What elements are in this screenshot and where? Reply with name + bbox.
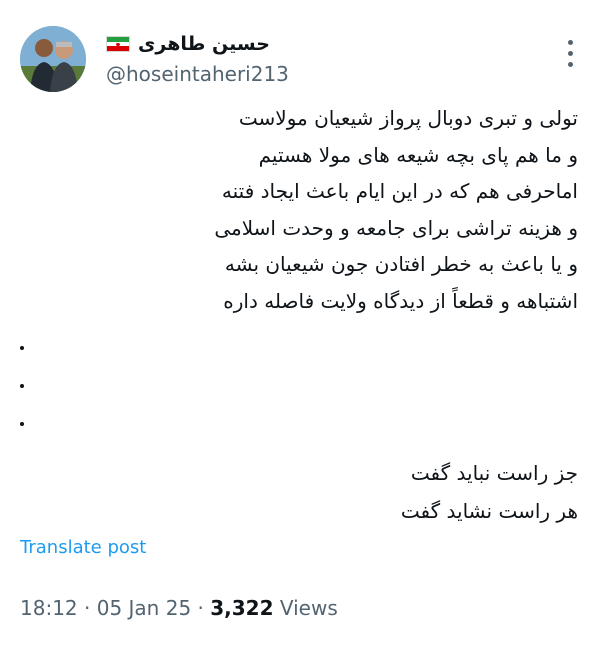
- user-handle[interactable]: @hoseintaheri213: [106, 62, 289, 86]
- iran-flag-icon: [106, 36, 130, 52]
- tweet-closing: جز راست نباید گفت هر راست نشاید گفت: [18, 454, 578, 530]
- tweet-line: و ما هم پای بچه شیعه های مولا هستیم: [258, 142, 578, 167]
- dot: [20, 346, 24, 350]
- views-count: 3,322: [210, 596, 274, 620]
- meta-separator: ·: [197, 596, 204, 620]
- tweet-line: اشتباهه و قطعاً از دیدگاه ولایت فاصله دا…: [223, 288, 578, 313]
- tweet-line: و یا باعث به خطر افتادن جون شیعیان بشه: [224, 252, 578, 276]
- meta-separator: ·: [84, 596, 91, 620]
- name-row: حسین طاهری: [106, 30, 270, 58]
- views-label: Views: [279, 596, 338, 620]
- tweet-line: و هزینه تراشی برای جامعه و وحدت اسلامی: [214, 215, 578, 240]
- closing-line: جز راست نباید گفت: [410, 461, 578, 485]
- more-options-icon[interactable]: [568, 40, 574, 67]
- avatar[interactable]: [20, 26, 86, 92]
- tweet-line: تولی و تبری دوبال پرواز شیعیان مولاست: [238, 106, 578, 130]
- translate-post-link[interactable]: Translate post: [20, 537, 146, 558]
- tweet-time[interactable]: 18:12: [20, 596, 78, 620]
- dot: [20, 422, 24, 426]
- tweet-date[interactable]: 05 Jan 25: [97, 596, 191, 620]
- dot-separator: [20, 346, 24, 460]
- dot: [20, 384, 24, 388]
- tweet-text: تولی و تبری دوبال پرواز شیعیان مولاست و …: [18, 100, 578, 319]
- tweet-line: اماحرفی هم که در این ایام باعث ایجاد فتن…: [221, 179, 578, 203]
- display-name[interactable]: حسین طاهری: [138, 33, 270, 55]
- tweet-header: حسین طاهری @hoseintaheri213: [20, 22, 580, 92]
- closing-line: هر راست نشاید گفت: [400, 499, 578, 523]
- tweet-meta: 18:12 · 05 Jan 25 · 3,322 Views: [20, 596, 338, 620]
